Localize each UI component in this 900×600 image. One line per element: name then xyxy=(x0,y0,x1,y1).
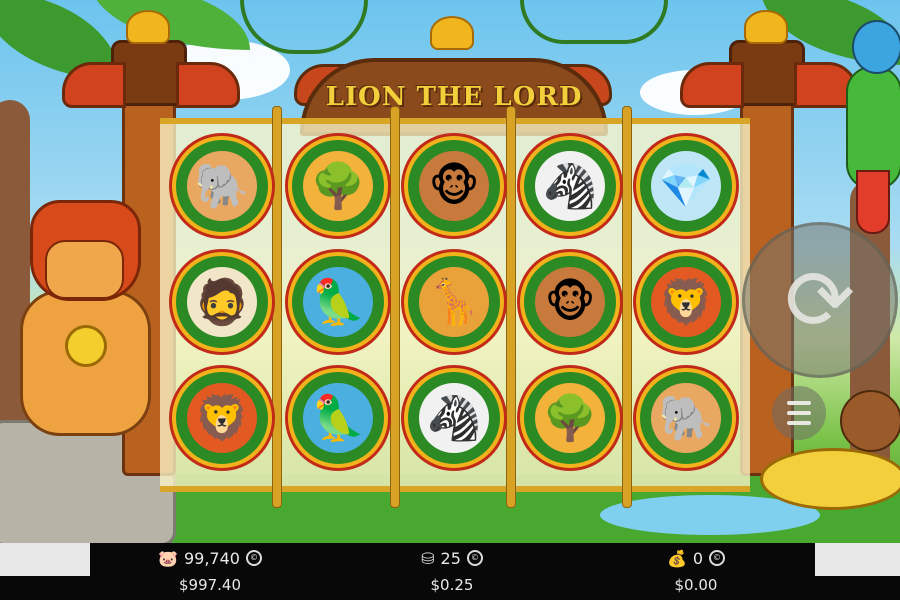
monkey-icon: 🐵 xyxy=(535,267,605,337)
swim-tube xyxy=(760,448,900,510)
game-title: LION THE LORD xyxy=(325,82,583,112)
vine xyxy=(520,0,668,44)
parrot-icon: 🦜 xyxy=(303,383,373,453)
zebra-icon: 🦓 xyxy=(535,151,605,221)
lion-icon: 🦁 xyxy=(651,267,721,337)
win-coins: 0 xyxy=(692,548,704,568)
reel-symbol-giraffe: 🦒 xyxy=(404,252,504,352)
giraffe-icon: 🦒 xyxy=(419,267,489,337)
coin-icon: © xyxy=(245,550,262,566)
hamburger-menu-icon xyxy=(787,411,811,415)
bamboo-pole xyxy=(506,106,516,508)
totem-wing xyxy=(680,62,744,108)
reel-symbol-parrot: 🦜 xyxy=(288,252,388,352)
bet-money: $0.25 xyxy=(430,576,474,594)
reel-symbol-lion: 🦁 xyxy=(172,368,272,468)
status-bar: 🐷 99,740 © $997.40 ⛁ 25 © $0.25 💰 0 © $0… xyxy=(0,543,900,600)
reel-symbol-diamond: 💎 xyxy=(636,136,736,236)
reel-symbol-elephant: 🐘 xyxy=(172,136,272,236)
parrot-icon: 🦜 xyxy=(303,267,373,337)
balance-display: 🐷 99,740 © $997.40 xyxy=(130,543,290,597)
piggy-bank-icon: 🐷 xyxy=(158,548,178,568)
bamboo-pole xyxy=(622,106,632,508)
reel-symbol-zebra: 🦓 xyxy=(520,136,620,236)
lion-character xyxy=(15,200,151,460)
flame-icon xyxy=(744,10,788,44)
balance-money: $997.40 xyxy=(178,576,242,594)
reel-symbol-lion: 🦁 xyxy=(636,252,736,352)
reel-symbol-tree: 🌳 xyxy=(288,136,388,236)
bar-tab-left xyxy=(0,543,90,576)
reel-symbol-elephant: 🐘 xyxy=(636,368,736,468)
menu-button[interactable] xyxy=(772,386,826,440)
reel-symbol-explorer: 🧔 xyxy=(172,252,272,352)
flame-icon xyxy=(430,16,474,50)
bamboo-pole xyxy=(272,106,282,508)
bet-coins: 25 xyxy=(440,548,461,568)
game-scene: LION THE LORD 🐘 🌳 🐵 🦓 💎 🧔 🦜 🦒 🐵 🦁 🦁 🦜 🦓 🌳 🐘 ⟳ xyxy=(0,0,900,545)
reel-symbol-zebra: 🦓 xyxy=(404,368,504,468)
reel-symbol-parrot: 🦜 xyxy=(288,368,388,468)
lion-icon: 🦁 xyxy=(187,383,257,453)
totem-wing xyxy=(62,62,126,108)
flame-icon xyxy=(126,10,170,44)
tree-icon: 🌳 xyxy=(303,151,373,221)
coin-bag-icon: 💰 xyxy=(666,548,687,568)
reel-symbol-monkey: 🐵 xyxy=(404,136,504,236)
parrot-tail xyxy=(856,170,890,234)
gold-medallion-icon xyxy=(65,325,107,367)
tree-icon: 🌳 xyxy=(535,383,605,453)
reel-grid: 🐘 🌳 🐵 🦓 💎 🧔 🦜 🦒 🐵 🦁 🦁 🦜 🦓 🌳 🐘 xyxy=(160,106,750,508)
elephant-icon: 🐘 xyxy=(187,151,257,221)
win-money: $0.00 xyxy=(674,576,718,594)
win-display: 💰 0 © $0.00 xyxy=(616,543,776,597)
balance-coins: 99,740 xyxy=(183,548,240,568)
elephant-icon: 🐘 xyxy=(651,383,721,453)
explorer-icon: 🧔 xyxy=(187,267,257,337)
coin-icon: © xyxy=(466,550,483,566)
spin-button[interactable]: ⟳ xyxy=(742,222,898,378)
monkey-head xyxy=(840,390,900,452)
lion-face xyxy=(45,240,124,299)
reel-symbol-tree: 🌳 xyxy=(520,368,620,468)
stacked-coins-icon: ⛁ xyxy=(421,548,435,568)
parrot-character xyxy=(842,20,900,234)
monkey-icon: 🐵 xyxy=(419,151,489,221)
bet-display[interactable]: ⛁ 25 © $0.25 xyxy=(372,543,532,597)
bamboo-pole xyxy=(390,106,400,508)
parrot-head xyxy=(852,20,900,74)
hamburger-menu-icon xyxy=(787,421,811,425)
zebra-icon: 🦓 xyxy=(419,383,489,453)
coin-icon: © xyxy=(709,550,726,566)
hamburger-menu-icon xyxy=(787,401,811,405)
refresh-icon: ⟳ xyxy=(784,251,856,349)
bar-tab-right xyxy=(815,543,900,576)
reel-symbol-monkey: 🐵 xyxy=(520,252,620,352)
diamond-icon: 💎 xyxy=(651,151,721,221)
